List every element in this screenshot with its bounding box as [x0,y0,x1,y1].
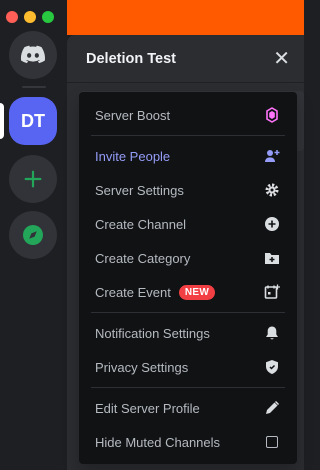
server-boost-label: Server Boost [95,107,171,123]
window-zoom-button[interactable] [42,11,54,23]
window-minimize-button[interactable] [24,11,36,23]
menu-divider [91,135,285,136]
notification-settings-label: Notification Settings [95,325,210,341]
plus-icon [24,170,42,188]
compass-icon [23,225,43,245]
create-channel-label: Create Channel [95,216,187,232]
server-deletion-test[interactable]: DT [9,97,57,145]
window-controls [6,11,54,23]
invite-people-label: Invite People [95,148,171,164]
shield-icon [263,358,281,376]
explore-servers-button[interactable] [9,211,57,259]
menu-item-create-category[interactable]: Create Category [87,241,289,275]
menu-item-notification-settings[interactable]: Notification Settings [87,316,289,350]
menu-item-privacy-settings[interactable]: Privacy Settings [87,350,289,384]
server-rail: DT [0,0,67,470]
menu-divider [91,387,285,388]
hide-muted-channels-label: Hide Muted Channels [95,434,221,450]
gear-icon [263,181,281,199]
server-banner [67,0,304,35]
server-dropdown-menu: Server Boost Invite People Server Settin… [79,92,297,464]
menu-item-server-boost[interactable]: Server Boost [87,98,289,132]
menu-item-edit-server-profile[interactable]: Edit Server Profile [87,391,289,425]
menu-divider [91,312,285,313]
create-event-label: Create Event [95,284,171,300]
menu-item-server-settings[interactable]: Server Settings [87,173,289,207]
menu-item-create-event[interactable]: Create Event NEW [87,275,289,309]
menu-item-invite-people[interactable]: Invite People [87,139,289,173]
server-header[interactable]: Deletion Test ✕ [67,35,304,83]
checkbox-unchecked-icon[interactable] [263,433,281,451]
discord-logo-icon [20,45,46,64]
plus-circle-icon [263,215,281,233]
new-badge: NEW [178,284,216,300]
boost-gem-icon [263,106,281,124]
folder-plus-icon [263,249,281,267]
active-server-indicator [0,103,4,139]
add-person-icon [263,147,281,165]
privacy-settings-label: Privacy Settings [95,359,189,375]
server-name: Deletion Test [86,50,176,67]
create-category-label: Create Category [95,250,191,266]
rail-divider [22,86,46,88]
server-settings-label: Server Settings [95,182,184,198]
edit-server-profile-label: Edit Server Profile [95,400,200,416]
pencil-icon [263,399,281,417]
create-event-group: Create Event NEW [95,284,216,300]
window-close-button[interactable] [6,11,18,23]
menu-item-create-channel[interactable]: Create Channel [87,207,289,241]
bell-icon [263,324,281,342]
home-button[interactable] [9,31,57,79]
calendar-plus-icon [263,283,281,301]
add-server-button[interactable] [9,155,57,203]
server-initials: DT [21,110,45,131]
close-menu-icon[interactable]: ✕ [273,49,290,69]
menu-item-hide-muted-channels[interactable]: Hide Muted Channels [87,425,289,459]
